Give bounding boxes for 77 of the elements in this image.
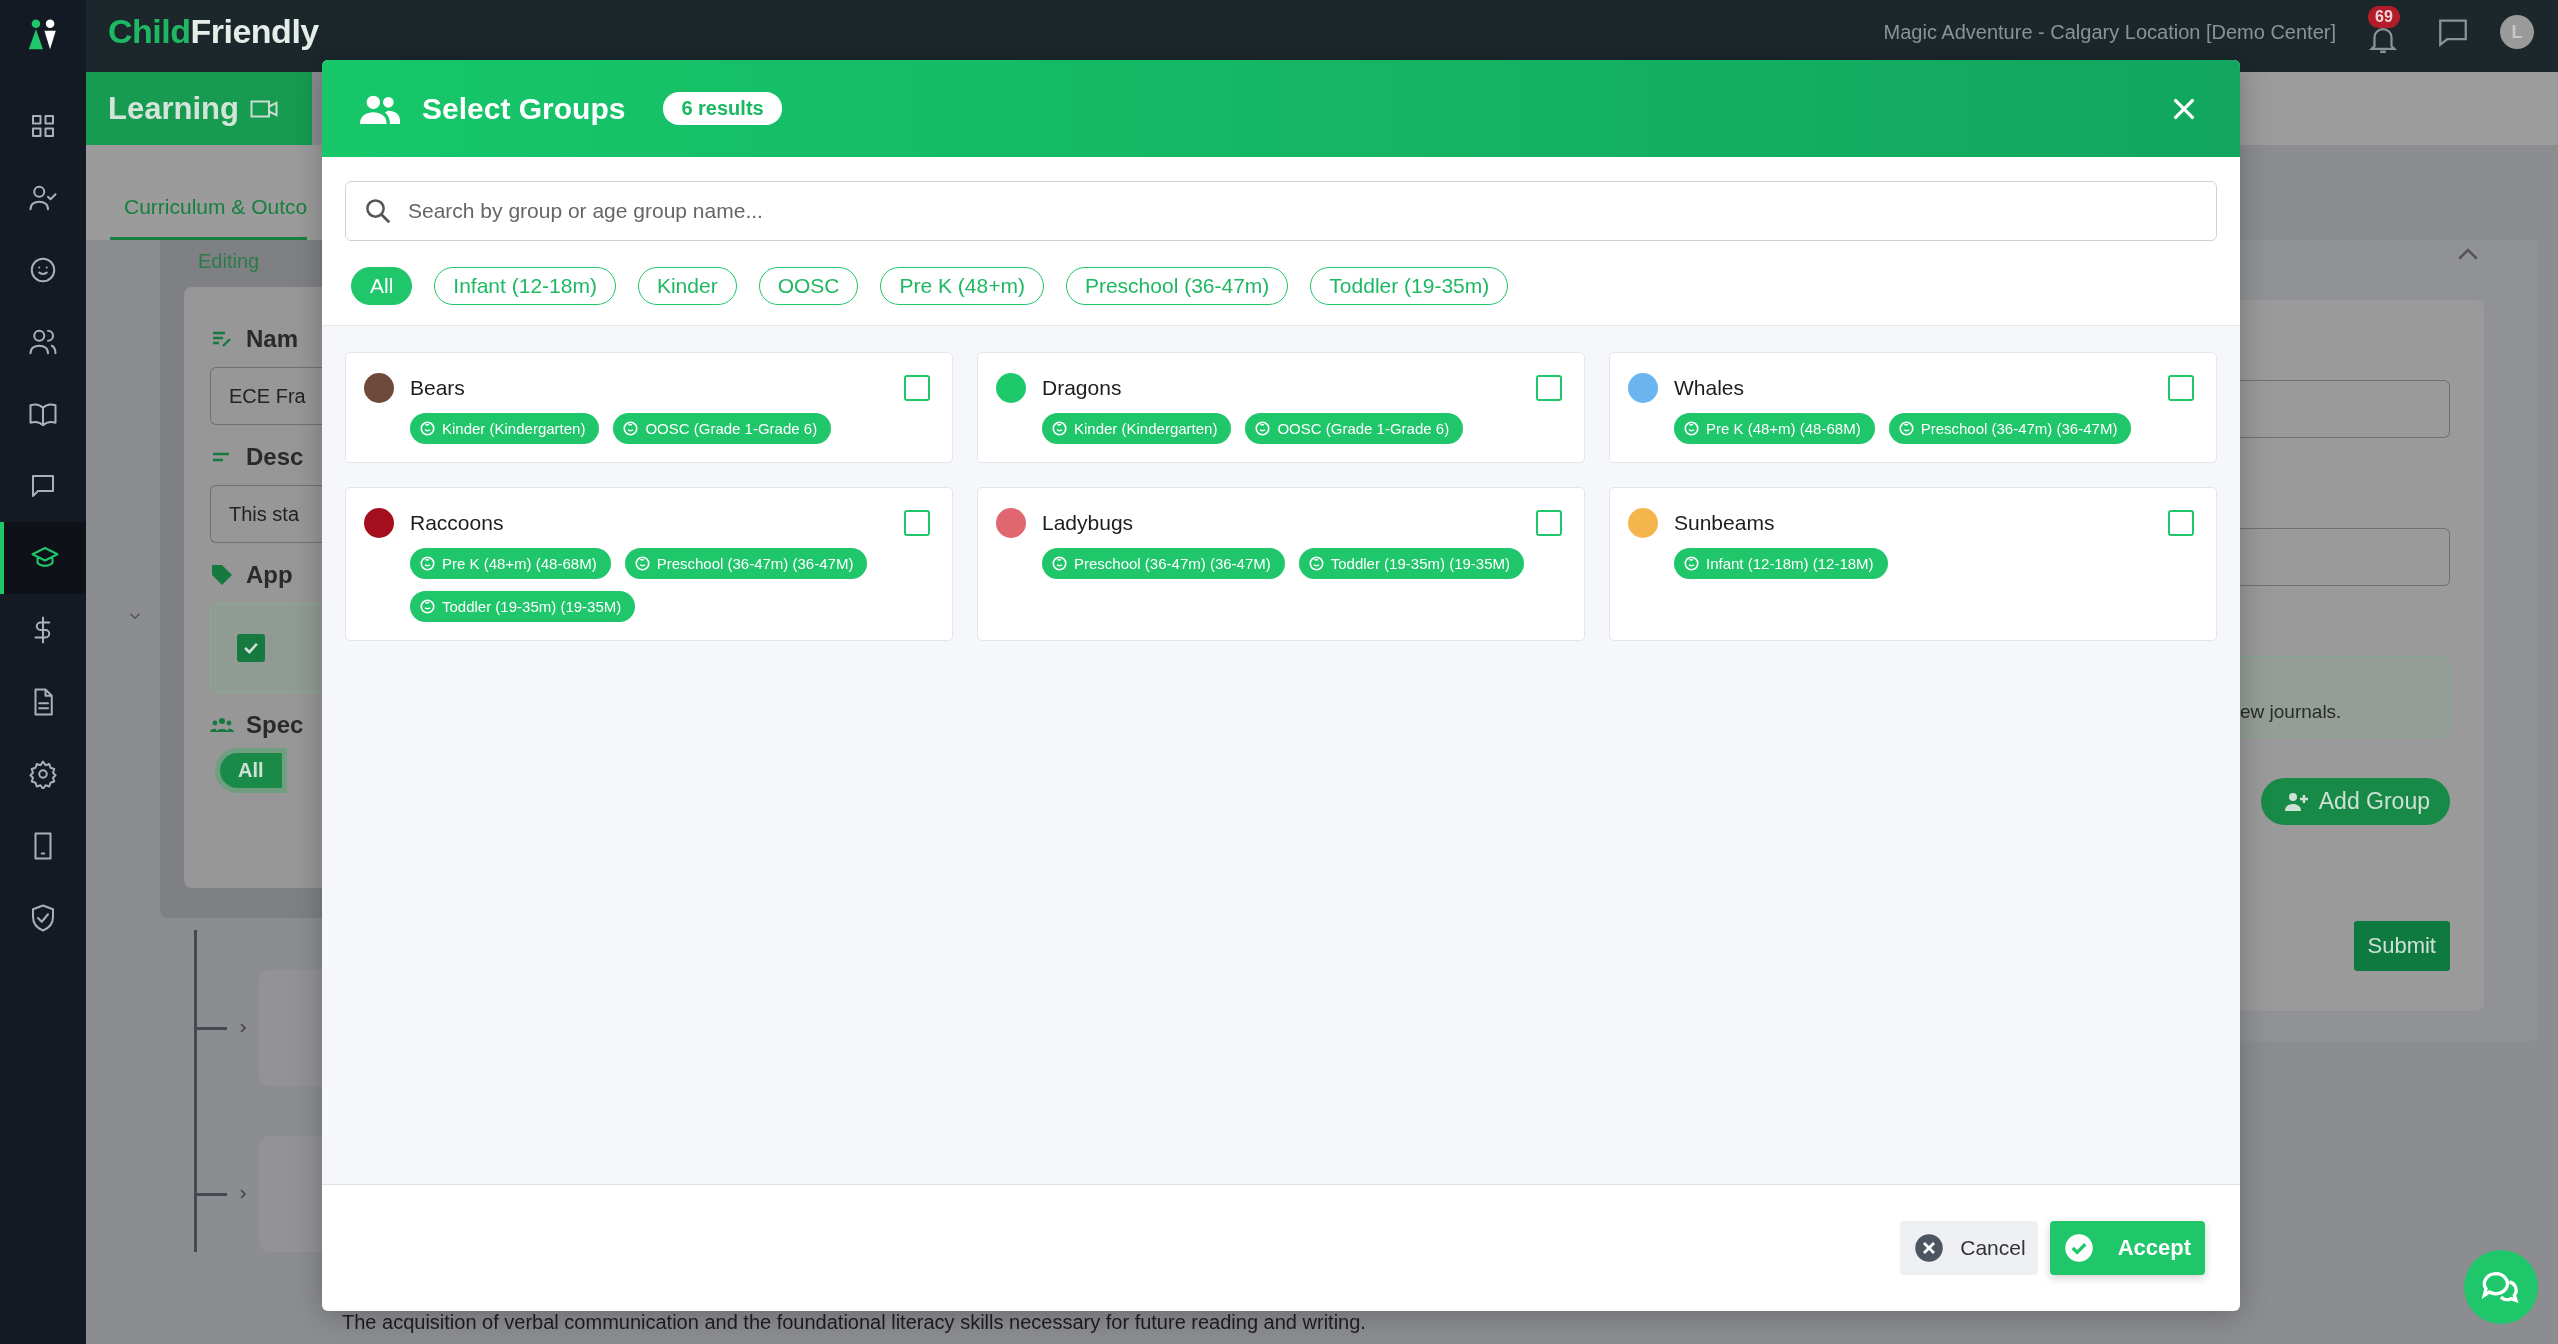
location-name: Magic Adventure - Calgary Location [Demo Center] [1883,20,2336,44]
smiley-icon [1898,421,1914,436]
smiley-icon [420,421,435,436]
age-group-tag: OOSC (Grade 1-Grade 6) [613,413,832,444]
smiley-icon [634,556,650,571]
app-logo: ChildFriendly [108,12,319,51]
group-checkbox[interactable] [2168,510,2194,536]
smiley-icon [623,421,639,436]
search-icon [363,196,393,226]
group-card[interactable]: Bears Kinder (Kindergarten) OOSC (Grade 1-Grade 6) [345,352,953,463]
filter-chip[interactable]: Infant (12-18m) [434,267,616,305]
group-name: Ladybugs [1042,511,1135,535]
add-group-button[interactable]: Add Group [2260,778,2450,825]
description-label: Desc [246,443,304,471]
age-group-tag: Preschool (36-47m) (36-47M) [1042,548,1285,579]
outcome-description: The acquisition of verbal communication and the foundational literacy skills necessary for future reading and writing. [342,1311,1366,1334]
smiley-icon [1684,556,1699,571]
age-group-tag: Kinder (Kindergarten) [410,413,600,444]
group-checkbox[interactable] [1536,510,1562,536]
smiley-icon[interactable] [28,255,58,285]
smiley-icon [420,556,435,571]
tag-icon [210,563,234,587]
age-group-tag: Toddler (19-35m) (19-35M) [1298,548,1524,579]
sidebar-item[interactable] [0,522,86,594]
users-icon[interactable] [28,327,58,357]
dialog-title: Select Groups [422,91,626,126]
smiley-icon [1308,556,1324,571]
age-group-tag: Pre K (48+m) (48-68M) [1674,413,1875,444]
group-name: Raccoons [410,511,505,535]
applies-label: App [246,561,293,589]
filter-chip[interactable]: Pre K (48+m) [880,267,1044,305]
close-circle-icon [1914,1233,1945,1263]
group-name: Bears [410,376,466,400]
age-group-tag: Preschool (36-47m) (36-47M) [624,548,868,579]
submit-button[interactable]: Submit [2353,921,2450,971]
editing-label: Editing [197,249,261,274]
age-group-tag: Infant (12-18m) (12-18M) [1674,548,1888,579]
group-card[interactable]: Whales Pre K (48+m) (48-68M) Preschool (36-47m) (36-47M) [1609,352,2217,463]
group-checkbox[interactable] [904,375,930,401]
age-group-tag: Toddler (19-35m) (19-35M) [410,591,636,622]
group-card[interactable]: Raccoons Pre K (48+m) (48-68M) Preschool (36-47m) (36-47M) Toddler (19-35m) (19-35M) [345,487,953,641]
filter-chip[interactable]: Preschool (36-47m) [1065,267,1289,305]
age-group-tag: Kinder (Kindergarten) [1042,413,1232,444]
filter-chip[interactable]: Toddler (19-35m) [1310,267,1509,305]
cancel-button[interactable]: Cancel [1900,1221,2038,1275]
group-checkbox[interactable] [1536,375,1562,401]
group-name: Whales [1674,376,1746,400]
check-circle-icon [2063,1233,2094,1263]
group-card[interactable]: Sunbeams Infant (12-18m) (12-18M) [1609,487,2217,641]
section-title: Learning [108,90,239,127]
group-checkbox[interactable] [2168,375,2194,401]
filter-chip[interactable]: Kinder [637,267,737,305]
settings-icon[interactable] [28,759,58,789]
group-name: Sunbeams [1674,511,1776,535]
notification-badge: 69 [2368,6,2400,28]
search-field[interactable]: Search by group or age group name... [345,181,2217,241]
group-card[interactable]: Ladybugs Preschool (36-47m) (36-47M) Toddler (19-35m) (19-35M) [977,487,1585,641]
smiley-icon [1255,421,1271,436]
user-check-icon[interactable] [28,183,58,213]
age-group-tag: Pre K (48+m) (48-68M) [410,548,611,579]
smiley-icon [1052,421,1067,436]
name-label: Nam [246,325,299,353]
group-name: Dragons [1042,376,1123,400]
filter-chip[interactable]: OOSC [758,267,859,305]
age-group-tag: Preschool (36-47m) (36-47M) [1888,413,2132,444]
smiley-icon [1052,556,1067,571]
specific-label: Spec [246,711,304,739]
smiley-icon [420,599,435,614]
filter-chip[interactable]: All [351,267,413,305]
applies-checkbox[interactable] [237,634,265,662]
smiley-icon [1684,421,1699,436]
age-group-tag: OOSC (Grade 1-Grade 6) [1245,413,1464,444]
group-card[interactable]: Dragons Kinder (Kindergarten) OOSC (Grade 1-Grade 6) [977,352,1585,463]
group-checkbox[interactable] [904,510,930,536]
applies-description: ew journals. [2240,701,2342,723]
accept-button[interactable]: Accept [2049,1221,2205,1275]
results-count: 6 results [663,92,782,125]
